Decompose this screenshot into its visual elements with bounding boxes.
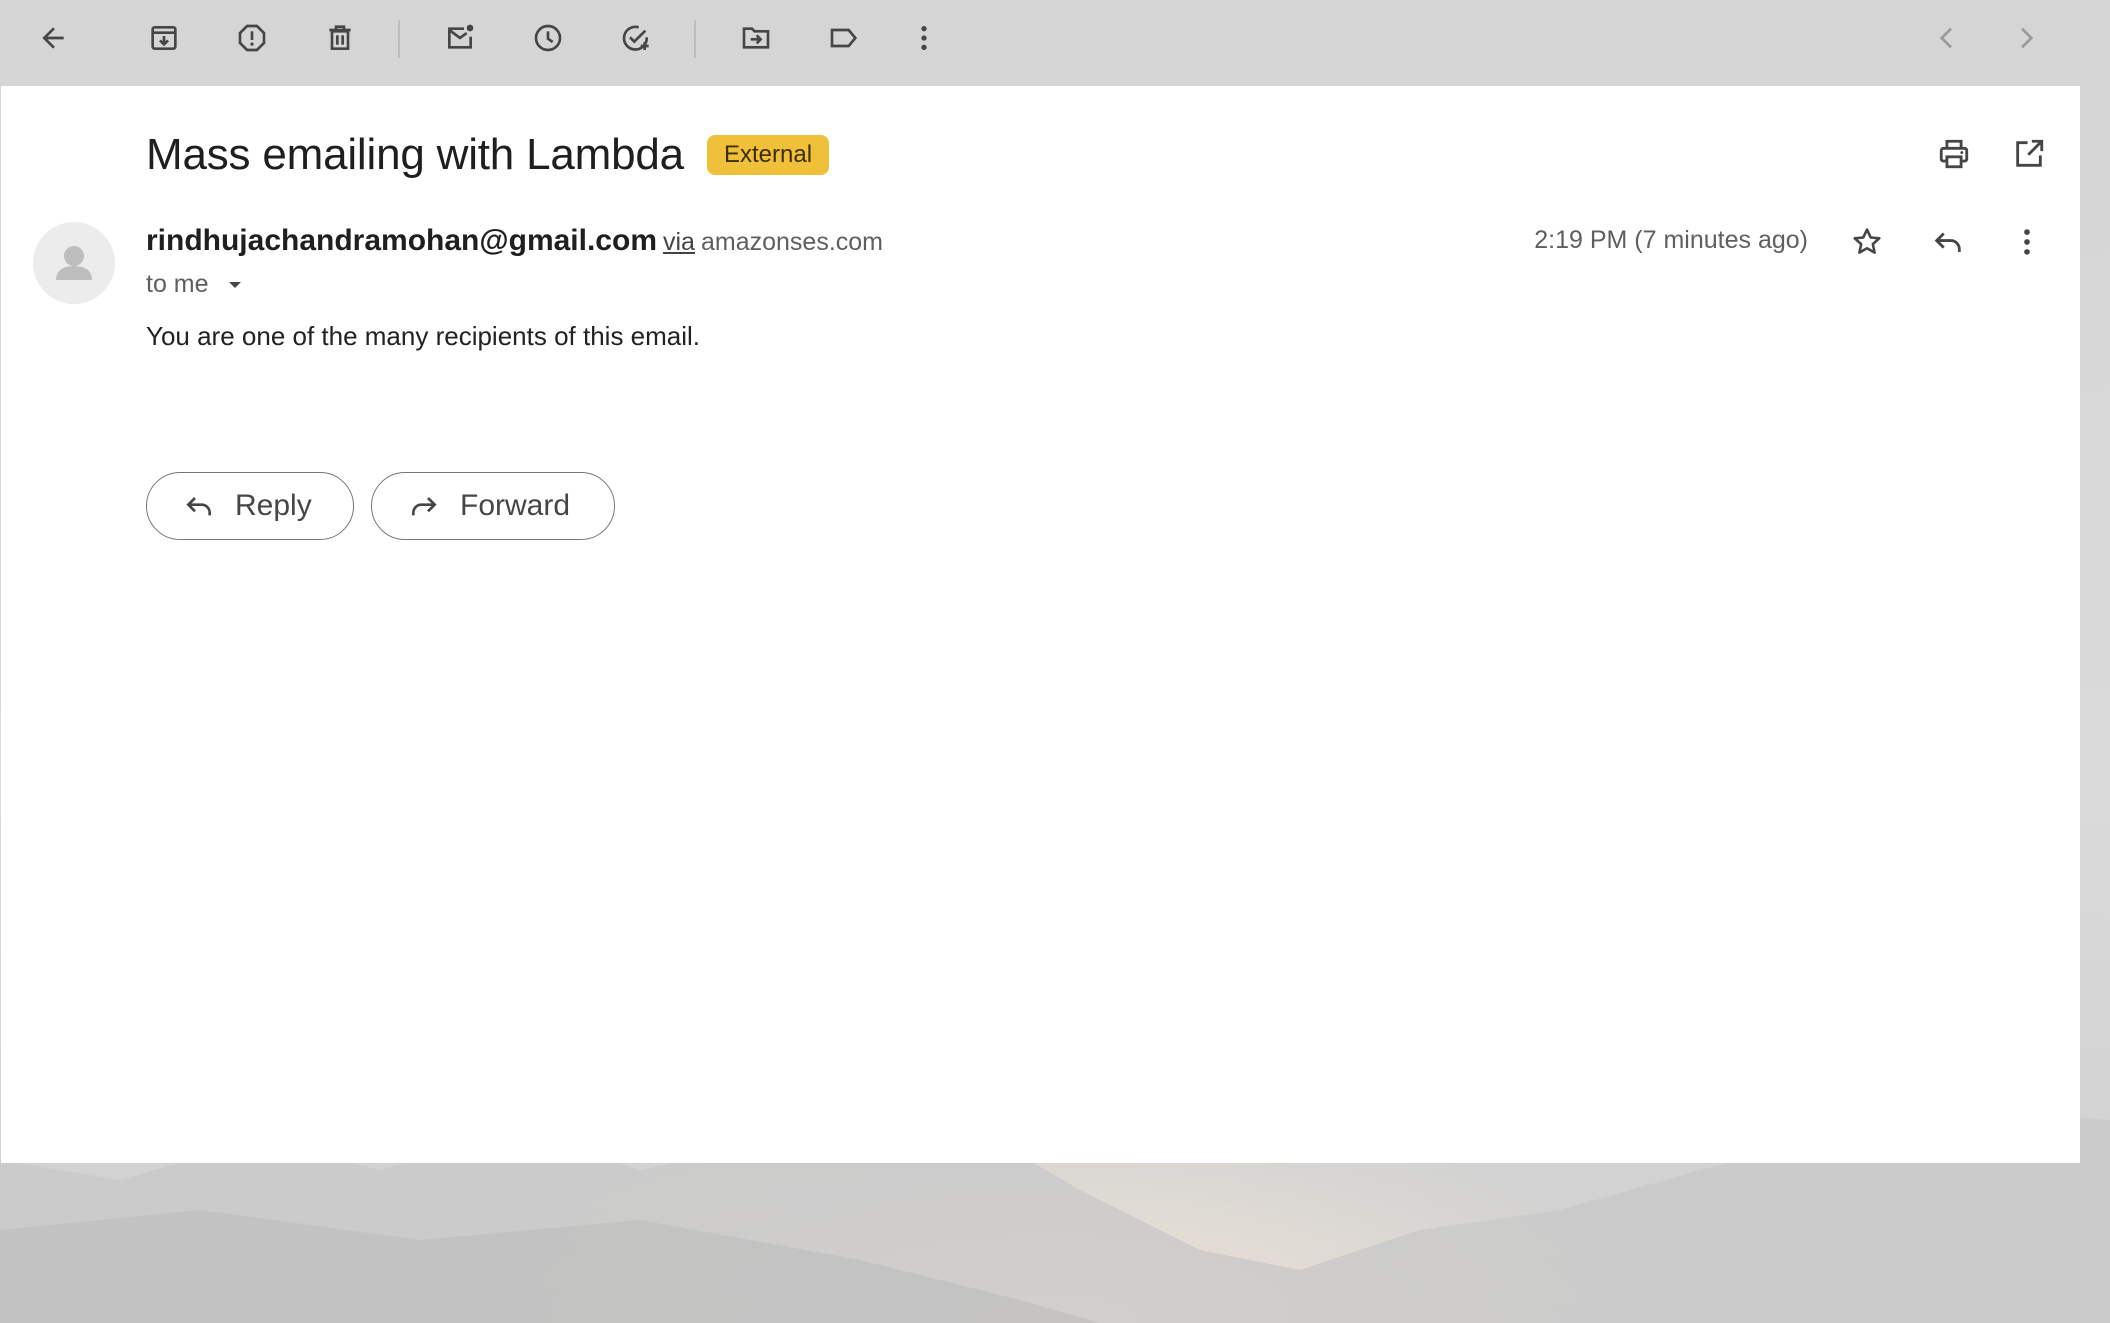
add-to-tasks-icon <box>622 25 649 51</box>
archive-icon <box>151 26 177 50</box>
snooze-icon <box>534 24 562 52</box>
via-domain: amazonses.com <box>700 228 883 256</box>
mark-unread-button[interactable] <box>432 15 488 61</box>
email-timestamp: 2:19 PM (7 minutes ago) <box>1534 226 1808 254</box>
reply-label: Reply <box>235 489 312 522</box>
delete-icon <box>329 25 351 50</box>
email-subject: Mass emailing with Lambda <box>146 130 684 179</box>
archive-button[interactable] <box>136 15 192 61</box>
toolbar-divider <box>398 20 400 58</box>
report-spam-icon <box>238 24 266 52</box>
message-more-button[interactable] <box>1999 214 2055 270</box>
star-icon <box>1853 228 1881 254</box>
caret-down-icon <box>228 281 241 288</box>
external-badge: External <box>707 135 830 175</box>
print-button[interactable] <box>1926 126 1982 182</box>
reply-icon <box>1934 232 1961 252</box>
delete-button[interactable] <box>312 15 368 61</box>
chevron-left-icon <box>1939 27 1952 49</box>
more-button[interactable] <box>896 15 952 61</box>
email-body: You are one of the many recipients of th… <box>146 321 701 351</box>
forward-label: Forward <box>460 489 571 522</box>
older-button[interactable] <box>1998 15 2054 61</box>
recipient-label: to me <box>146 270 209 298</box>
forward-icon <box>412 497 437 516</box>
via-link[interactable]: via <box>663 228 695 256</box>
toolbar <box>0 0 2110 86</box>
avatar[interactable] <box>33 222 115 304</box>
reply-icon <box>186 497 211 516</box>
more-vert-icon <box>921 26 927 50</box>
more-vert-icon <box>2024 229 2030 255</box>
sender-line: rindhujachandramohan@gmail.com via amazons… <box>146 224 883 258</box>
toolbar-divider <box>694 20 696 58</box>
person-icon <box>56 246 92 280</box>
open-in-new-icon <box>2016 139 2044 167</box>
open-in-new-window-button[interactable] <box>2001 126 2057 182</box>
email-panel: Mass emailing with Lambda External rindh… <box>1 86 2080 1163</box>
label-button[interactable] <box>816 15 872 61</box>
sender-email[interactable]: rindhujachandramohan@gmail.com <box>146 224 657 257</box>
add-to-tasks-button[interactable] <box>608 15 664 61</box>
recipient-details-toggle[interactable]: to me <box>146 270 247 299</box>
move-to-icon <box>742 27 770 49</box>
snooze-button[interactable] <box>520 15 576 61</box>
forward-button[interactable]: Forward <box>371 472 615 540</box>
reply-button[interactable]: Reply <box>146 472 354 540</box>
move-to-button[interactable] <box>728 15 784 61</box>
label-icon <box>830 28 858 48</box>
print-icon <box>1939 139 1969 169</box>
back-button[interactable] <box>25 15 81 61</box>
report-spam-button[interactable] <box>224 15 280 61</box>
newer-button[interactable] <box>1919 15 1975 61</box>
chevron-right-icon <box>2021 27 2034 49</box>
reply-icon-button[interactable] <box>1920 214 1976 270</box>
back-arrow-icon <box>42 27 64 49</box>
star-button[interactable] <box>1839 214 1895 270</box>
mark-unread-icon <box>448 24 474 49</box>
